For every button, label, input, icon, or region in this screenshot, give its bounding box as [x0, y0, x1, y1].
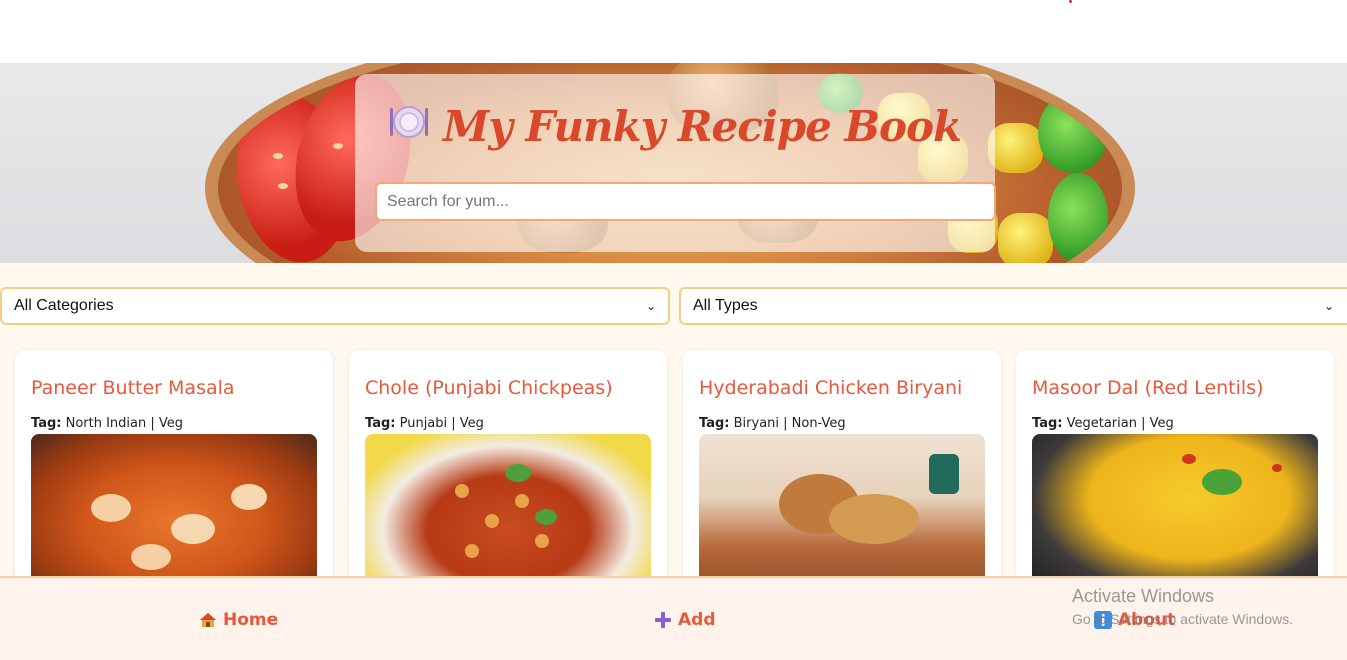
recipe-tag: Tag: North Indian | Veg — [31, 416, 184, 431]
recipe-title[interactable]: Hyderabadi Chicken Biryani — [699, 377, 962, 399]
hero-card: My Funky Recipe Book — [355, 74, 996, 252]
recipe-card[interactable]: Paneer Butter Masala Tag: North Indian |… — [15, 350, 333, 590]
status-dot — [1069, 0, 1072, 3]
type-select[interactable]: All Types ⌄ — [679, 287, 1347, 325]
recipe-card[interactable]: Hyderabadi Chicken Biryani Tag: Biryani … — [683, 350, 1001, 590]
recipe-title[interactable]: Paneer Butter Masala — [31, 377, 235, 399]
recipe-image[interactable] — [1032, 434, 1318, 590]
recipe-tag: Tag: Biryani | Non-Veg — [699, 416, 846, 431]
house-icon — [199, 611, 217, 629]
nav-add[interactable]: Add — [654, 610, 716, 630]
recipe-card[interactable]: Chole (Punjabi Chickpeas) Tag: Punjabi |… — [349, 350, 667, 590]
plus-icon — [654, 611, 672, 629]
hero-banner: My Funky Recipe Book — [0, 63, 1347, 263]
plate-cutlery-icon — [389, 102, 429, 151]
nav-add-label: Add — [678, 610, 716, 630]
recipe-image[interactable] — [699, 434, 985, 590]
type-select-value: All Types — [693, 297, 758, 314]
recipe-card[interactable]: Masoor Dal (Red Lentils) Tag: Vegetarian… — [1016, 350, 1334, 590]
category-select[interactable]: All Categories ⌄ — [0, 287, 670, 325]
nav-home-label: Home — [223, 610, 279, 630]
title-text: My Funky Recipe Book — [442, 102, 962, 151]
search-input[interactable] — [375, 182, 996, 221]
recipe-tag: Tag: Punjabi | Veg — [365, 416, 484, 431]
recipe-image[interactable] — [31, 434, 317, 590]
recipe-title[interactable]: Masoor Dal (Red Lentils) — [1032, 377, 1263, 399]
top-bar — [0, 0, 1347, 63]
recipe-tag: Tag: Vegetarian | Veg — [1032, 416, 1174, 431]
page-title: My Funky Recipe Book — [355, 102, 995, 155]
recipe-title[interactable]: Chole (Punjabi Chickpeas) — [365, 377, 613, 399]
nav-home[interactable]: Home — [199, 610, 278, 630]
chevron-down-icon: ⌄ — [1323, 299, 1334, 313]
windows-activation-subtitle: Go to Settings to activate Windows. — [1072, 611, 1293, 627]
windows-activation-title: Activate Windows — [1072, 586, 1215, 606]
recipe-image[interactable] — [365, 434, 651, 590]
category-select-value: All Categories — [14, 297, 114, 314]
chevron-down-icon: ⌄ — [645, 299, 656, 313]
